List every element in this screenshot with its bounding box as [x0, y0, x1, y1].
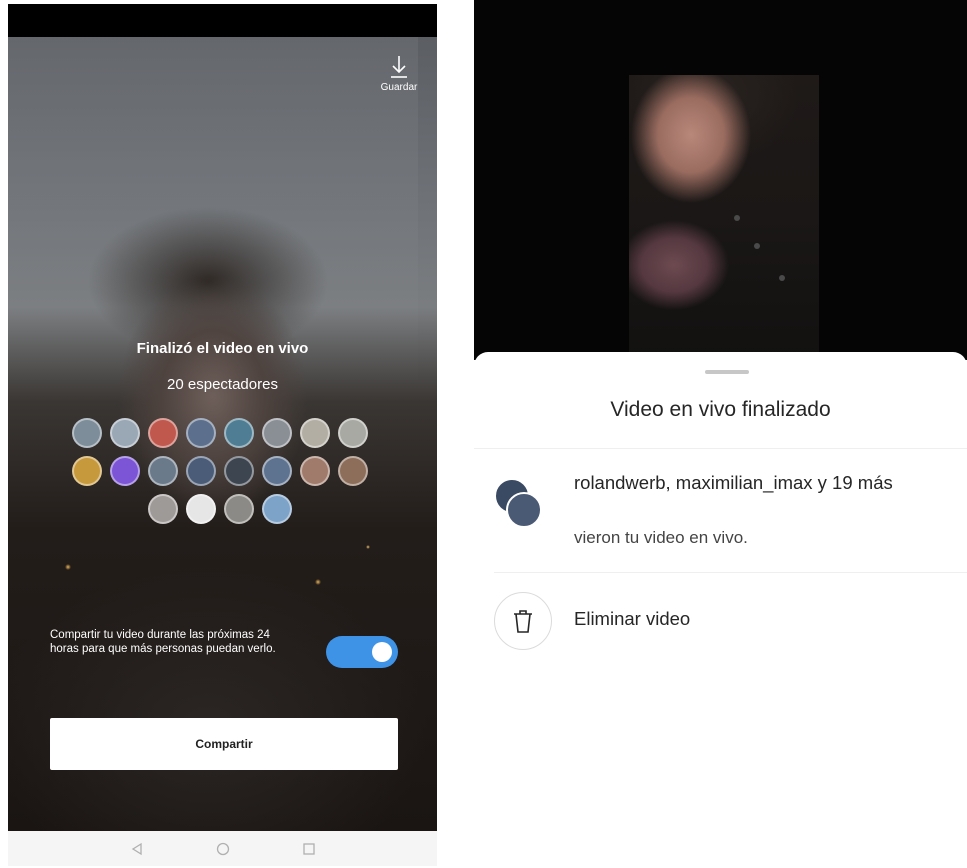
live-video-background	[474, 0, 967, 360]
avatar	[300, 456, 330, 486]
sheet-title: Video en vivo finalizado	[610, 398, 831, 421]
save-label: Guardar	[380, 82, 418, 93]
back-icon[interactable]	[129, 841, 145, 857]
avatar	[110, 456, 140, 486]
toggle-knob	[372, 642, 392, 662]
avatar	[262, 418, 292, 448]
viewers-subtitle: vieron tu video en vivo.	[574, 528, 748, 547]
avatar	[262, 494, 292, 524]
right-phone-screen: Video en vivo finalizado rolandwerb, max…	[474, 0, 967, 868]
avatar	[72, 456, 102, 486]
status-bar	[8, 4, 437, 37]
avatar	[300, 418, 330, 448]
divider	[474, 448, 967, 449]
left-phone-screen: Guardar Finalizó el video en vivo 20 esp…	[8, 4, 437, 866]
avatar	[224, 418, 254, 448]
avatar	[148, 418, 178, 448]
avatar	[224, 456, 254, 486]
decor-dot	[779, 275, 785, 281]
sheet-handle[interactable]	[705, 370, 749, 374]
share-toggle[interactable]	[326, 636, 398, 668]
avatar	[72, 418, 102, 448]
divider	[494, 572, 967, 573]
live-ended-title: Finalizó el video en vivo	[136, 340, 309, 357]
home-icon[interactable]	[215, 841, 231, 857]
download-icon	[391, 56, 407, 78]
avatar	[338, 456, 368, 486]
share-button[interactable]: Compartir	[50, 718, 398, 770]
avatar	[186, 456, 216, 486]
trash-icon-wrap	[494, 592, 552, 650]
avatar	[148, 456, 178, 486]
viewers-count: 20 espectadores	[167, 376, 278, 393]
share-description: Compartir tu video durante las próximas …	[50, 629, 276, 655]
viewers-names: rolandwerb, maximilian_imax y 19 más	[574, 472, 893, 493]
avatar	[186, 494, 216, 524]
save-button[interactable]: Guardar	[369, 54, 429, 93]
bottom-sheet: Video en vivo finalizado rolandwerb, max…	[474, 352, 967, 868]
avatar	[186, 418, 216, 448]
delete-label: Eliminar video	[574, 608, 691, 629]
avatar	[148, 494, 178, 524]
trash-icon	[514, 610, 532, 633]
avatar	[262, 456, 292, 486]
video-frame	[629, 75, 819, 360]
avatar	[506, 492, 542, 528]
delete-video-button[interactable]: Eliminar video	[494, 592, 894, 652]
android-nav-bar	[8, 831, 437, 866]
avatar	[338, 418, 368, 448]
avatar	[224, 494, 254, 524]
avatar	[110, 418, 140, 448]
recents-icon[interactable]	[301, 841, 317, 857]
decor-dot	[734, 215, 740, 221]
decor-dot	[754, 243, 760, 249]
